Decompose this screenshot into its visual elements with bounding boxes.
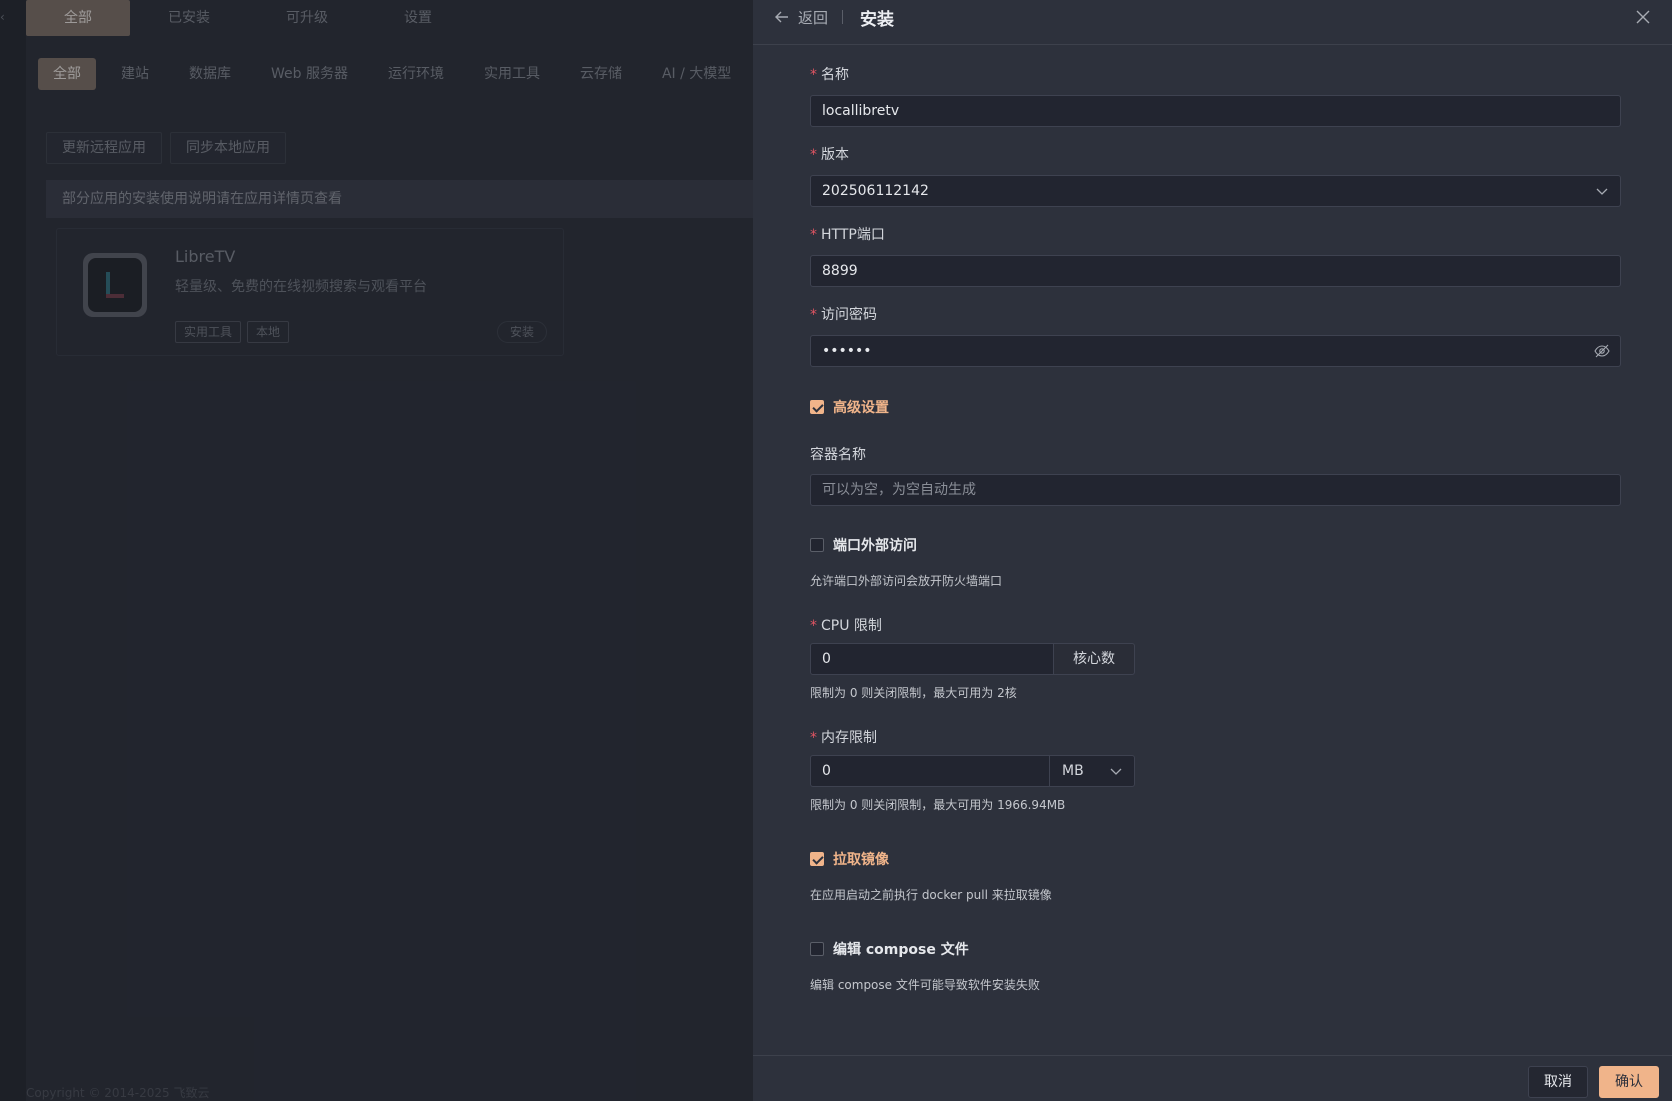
pull-image-toggle[interactable]: 拉取镜像: [810, 849, 889, 869]
memory-unit-value: MB: [1062, 763, 1084, 779]
container-name-label: 容器名称: [810, 447, 866, 463]
external-access-toggle[interactable]: 端口外部访问: [810, 535, 917, 555]
close-icon[interactable]: [1635, 9, 1651, 25]
drawer-footer: 取消 确认: [753, 1055, 1672, 1101]
http-port-label: * HTTP端口: [810, 227, 885, 243]
chevron-down-icon: [1596, 188, 1608, 195]
cpu-unit: 核心数: [1054, 643, 1135, 675]
advanced-settings-toggle[interactable]: 高级设置: [810, 397, 889, 417]
name-input[interactable]: locallibretv: [810, 95, 1621, 127]
edit-compose-help: 编辑 compose 文件可能导致软件安装失败: [810, 978, 1040, 992]
cpu-limit-group: 0 核心数: [810, 643, 1135, 675]
cancel-button[interactable]: 取消: [1528, 1066, 1588, 1098]
container-name-input[interactable]: 可以为空，为空自动生成: [810, 474, 1621, 506]
external-access-label: 端口外部访问: [833, 538, 917, 554]
check-icon[interactable]: [810, 400, 824, 414]
version-label: * 版本: [810, 147, 849, 163]
back-button[interactable]: 返回: [798, 7, 828, 28]
memory-limit-label: * 内存限制: [810, 730, 877, 746]
password-input[interactable]: ••••••: [810, 335, 1621, 367]
name-label: * 名称: [810, 67, 849, 83]
version-value: 202506112142: [822, 183, 929, 199]
edit-compose-label: 编辑 compose 文件: [833, 942, 969, 958]
checkbox[interactable]: [810, 942, 824, 956]
header-divider: [842, 10, 843, 24]
advanced-settings-label: 高级设置: [833, 400, 889, 416]
memory-limit-help: 限制为 0 则关闭限制，最大可用为 1966.94MB: [810, 798, 1066, 812]
edit-compose-toggle[interactable]: 编辑 compose 文件: [810, 939, 969, 959]
drawer-title: 安装: [860, 10, 894, 30]
checkbox[interactable]: [810, 538, 824, 552]
cpu-limit-input[interactable]: 0: [810, 643, 1054, 675]
pull-image-label: 拉取镜像: [833, 852, 889, 868]
eye-off-icon[interactable]: [1594, 343, 1610, 359]
cpu-limit-label: * CPU 限制: [810, 618, 882, 634]
memory-limit-group: 0 MB: [810, 755, 1135, 787]
password-label: * 访问密码: [810, 307, 877, 323]
memory-unit-select[interactable]: MB: [1050, 755, 1135, 787]
cpu-limit-help: 限制为 0 则关闭限制，最大可用为 2核: [810, 686, 1017, 700]
confirm-button[interactable]: 确认: [1599, 1066, 1659, 1098]
drawer-header: 返回 安装: [753, 0, 1672, 45]
install-drawer: 返回 安装 * 名称 locallibretv * 版本 202506112142 …: [753, 0, 1672, 1101]
password-value: ••••••: [822, 343, 872, 359]
external-access-help: 允许端口外部访问会放开防火墙端口: [810, 574, 1003, 588]
arrow-left-icon[interactable]: [773, 8, 791, 26]
chevron-down-icon: [1110, 768, 1122, 775]
memory-limit-input[interactable]: 0: [810, 755, 1050, 787]
version-select[interactable]: 202506112142: [810, 175, 1621, 207]
check-icon[interactable]: [810, 852, 824, 866]
http-port-input[interactable]: 8899: [810, 255, 1621, 287]
pull-image-help: 在应用启动之前执行 docker pull 来拉取镜像: [810, 888, 1052, 902]
